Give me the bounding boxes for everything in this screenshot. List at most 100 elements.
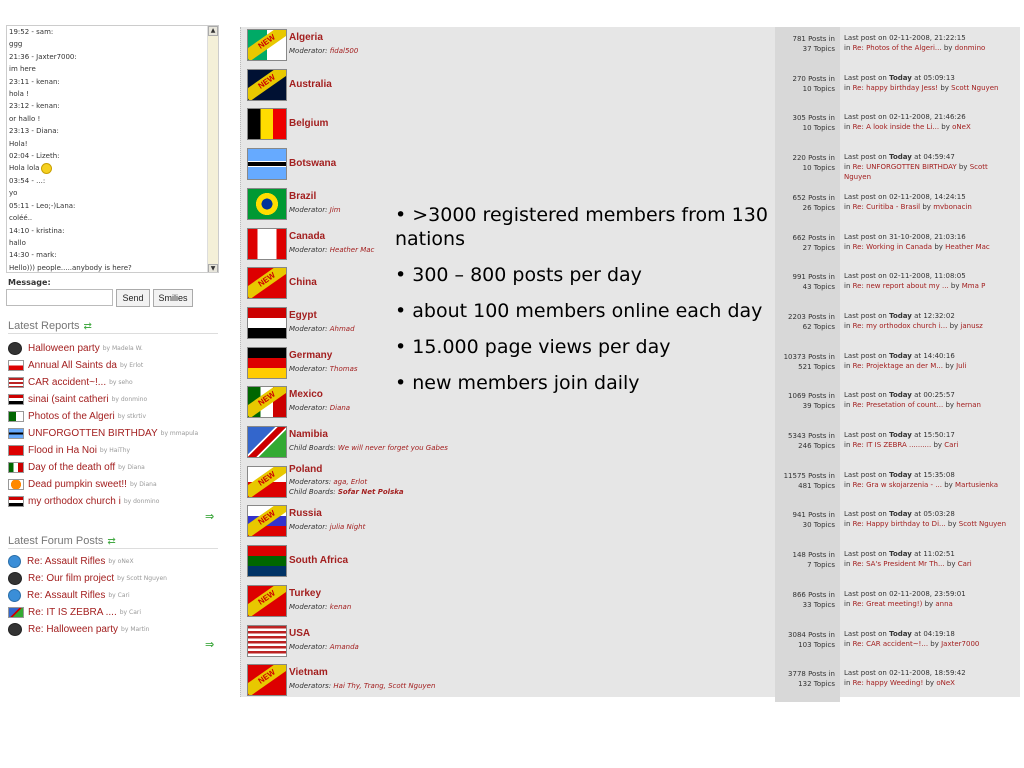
list-item[interactable]: Re: IT IS ZEBRA .... by Cari: [8, 604, 223, 621]
more-reports-arrow-icon[interactable]: ⇒: [205, 510, 214, 523]
country-flag-icon[interactable]: [247, 306, 287, 339]
board-name-link[interactable]: Vietnam: [289, 667, 328, 678]
moderator-link[interactable]: Heather Mac: [330, 246, 375, 254]
more-posts-arrow-icon[interactable]: ⇒: [205, 638, 214, 651]
item-title-link[interactable]: Re: IT IS ZEBRA ....: [28, 607, 117, 618]
moderator-link[interactable]: Thomas: [330, 365, 358, 373]
item-title-link[interactable]: Day of the death off: [28, 462, 115, 473]
list-item[interactable]: sinai (saint catheri by donmino: [8, 391, 223, 408]
moderator-link[interactable]: We will never forget you Gabes: [338, 444, 448, 452]
last-post-link[interactable]: Re: Presetation of count...: [853, 401, 944, 409]
list-item[interactable]: Annual All Saints da by Erlot: [8, 357, 223, 374]
moderator-link[interactable]: Hai Thy, Trang, Scott Nguyen: [333, 682, 435, 690]
country-flag-icon[interactable]: NEW: [247, 267, 287, 300]
send-button[interactable]: Send: [116, 289, 150, 307]
item-title-link[interactable]: Re: Halloween party: [28, 624, 118, 635]
country-flag-icon[interactable]: NEW: [247, 664, 287, 697]
list-item[interactable]: Re: Our film project by Scott Nguyen: [8, 570, 223, 587]
last-post-user-link[interactable]: oNeX: [936, 679, 955, 687]
last-post-link[interactable]: Re: my orthodox church i...: [853, 322, 948, 330]
country-flag-icon[interactable]: NEW: [247, 465, 287, 498]
country-flag-icon[interactable]: NEW: [247, 68, 287, 101]
moderator-link[interactable]: Ahmad: [330, 325, 355, 333]
board-name-link[interactable]: Botswana: [289, 158, 336, 169]
moderator-link[interactable]: Jim: [330, 206, 341, 214]
country-flag-icon[interactable]: NEW: [247, 386, 287, 419]
last-post-link[interactable]: Re: IT IS ZEBRA ..........: [853, 441, 932, 449]
scroll-down-arrow-icon[interactable]: ▼: [208, 264, 218, 272]
item-title-link[interactable]: my orthodox church i: [28, 496, 121, 507]
board-row[interactable]: Namibia Child Boards: We will never forge…: [240, 424, 1020, 464]
country-flag-icon[interactable]: [247, 187, 287, 220]
item-title-link[interactable]: Annual All Saints da: [28, 360, 117, 371]
refresh-icon[interactable]: ⇄: [84, 321, 92, 332]
item-title-link[interactable]: CAR accident~!...: [28, 377, 106, 388]
board-row[interactable]: NEW Poland Moderators: aga, Erlot Child Boa…: [240, 463, 1020, 504]
last-post-user-link[interactable]: Scott Nguyen: [951, 84, 998, 92]
board-row[interactable]: NEW Russia Moderator: julia Night 941 Posts…: [240, 503, 1020, 544]
board-name-link[interactable]: South Africa: [289, 555, 348, 566]
last-post-link[interactable]: Re: happy Weeding!: [853, 679, 924, 687]
board-name-link[interactable]: Belgium: [289, 118, 328, 129]
board-name-link[interactable]: Russia: [289, 508, 322, 519]
list-item[interactable]: Flood in Ha Noi by HaiThy: [8, 442, 223, 459]
board-name-link[interactable]: Poland: [289, 464, 322, 475]
last-post-user-link[interactable]: Scott Nguyen: [959, 520, 1006, 528]
moderator-link[interactable]: Diana: [330, 404, 350, 412]
last-post-link[interactable]: Re: Working in Canada: [853, 243, 932, 251]
board-name-link[interactable]: USA: [289, 628, 310, 639]
last-post-link[interactable]: Re: Photos of the Algeri...: [853, 44, 942, 52]
last-post-user-link[interactable]: Juli: [956, 362, 966, 370]
last-post-link[interactable]: Re: A look inside the Li...: [853, 123, 939, 131]
board-row[interactable]: Botswana 220 Posts in 10 Topics Last post o…: [240, 146, 1020, 187]
board-name-link[interactable]: Brazil: [289, 191, 316, 202]
country-flag-icon[interactable]: NEW: [247, 505, 287, 538]
list-item[interactable]: Re: Assault Rifles by oNeX: [8, 553, 223, 570]
list-item[interactable]: Dead pumpkin sweet!! by Diana: [8, 476, 223, 493]
country-flag-icon[interactable]: [247, 545, 287, 578]
list-item[interactable]: Photos of the Algeri by stkrtiv: [8, 408, 223, 425]
last-post-user-link[interactable]: Heather Mac: [945, 243, 990, 251]
last-post-user-link[interactable]: janusz: [960, 322, 982, 330]
last-post-link[interactable]: Re: Great meeting!): [853, 600, 923, 608]
board-name-link[interactable]: Germany: [289, 350, 332, 361]
last-post-link[interactable]: Re: new report about my ...: [853, 282, 949, 290]
last-post-user-link[interactable]: oNeX: [952, 123, 971, 131]
item-title-link[interactable]: Re: Assault Rifles: [27, 556, 105, 567]
list-item[interactable]: Day of the death off by Diana: [8, 459, 223, 476]
last-post-link[interactable]: Re: CAR accident~!...: [853, 640, 928, 648]
last-post-link[interactable]: Re: happy birthday Jess!: [853, 84, 938, 92]
board-row[interactable]: NEW Australia 270 Posts in 10 Topics Last po…: [240, 66, 1020, 107]
country-flag-icon[interactable]: NEW: [247, 584, 287, 617]
list-item[interactable]: Halloween party by Madela W.: [8, 340, 223, 357]
list-item[interactable]: my orthodox church i by donmino: [8, 493, 223, 510]
country-flag-icon[interactable]: NEW: [247, 29, 287, 61]
board-name-link[interactable]: Turkey: [289, 588, 321, 599]
child-board-link[interactable]: Sofar Net Polska: [338, 488, 404, 496]
list-item[interactable]: Re: Assault Rifles by Cari: [8, 587, 223, 604]
shoutbox-scrollbar[interactable]: ▲ ▼: [207, 26, 218, 272]
last-post-link[interactable]: Re: Curitiba - Brasil: [853, 203, 921, 211]
message-input[interactable]: [6, 289, 113, 306]
board-name-link[interactable]: Namibia: [289, 429, 328, 440]
last-post-link[interactable]: Re: Happy birthday to Di...: [853, 520, 946, 528]
country-flag-icon[interactable]: [247, 426, 287, 458]
last-post-user-link[interactable]: Cari: [958, 560, 972, 568]
board-row[interactable]: USA Moderator: Amanda 3084 Posts in 103 Top…: [240, 622, 1020, 663]
last-post-user-link[interactable]: mvbonacin: [933, 203, 972, 211]
list-item[interactable]: UNFORGOTTEN BIRTHDAY by mmapula: [8, 425, 223, 442]
refresh-icon[interactable]: ⇄: [107, 536, 115, 547]
country-flag-icon[interactable]: [247, 227, 287, 260]
last-post-user-link[interactable]: hernan: [956, 401, 981, 409]
last-post-user-link[interactable]: donmino: [955, 44, 986, 52]
moderator-link[interactable]: Amanda: [330, 643, 359, 651]
last-post-user-link[interactable]: anna: [935, 600, 952, 608]
last-post-link[interactable]: Re: Gra w skojarzenia - ...: [853, 481, 942, 489]
scroll-up-arrow-icon[interactable]: ▲: [208, 26, 218, 36]
moderator-link[interactable]: kenan: [330, 603, 352, 611]
item-title-link[interactable]: sinai (saint catheri: [28, 394, 109, 405]
shoutbox[interactable]: 19:52 - sam: ggg 21:36 - Jaxter7000: im her…: [6, 25, 219, 273]
item-title-link[interactable]: Flood in Ha Noi: [28, 445, 97, 456]
list-item[interactable]: Re: Halloween party by Martin: [8, 621, 223, 638]
board-name-link[interactable]: China: [289, 277, 317, 288]
